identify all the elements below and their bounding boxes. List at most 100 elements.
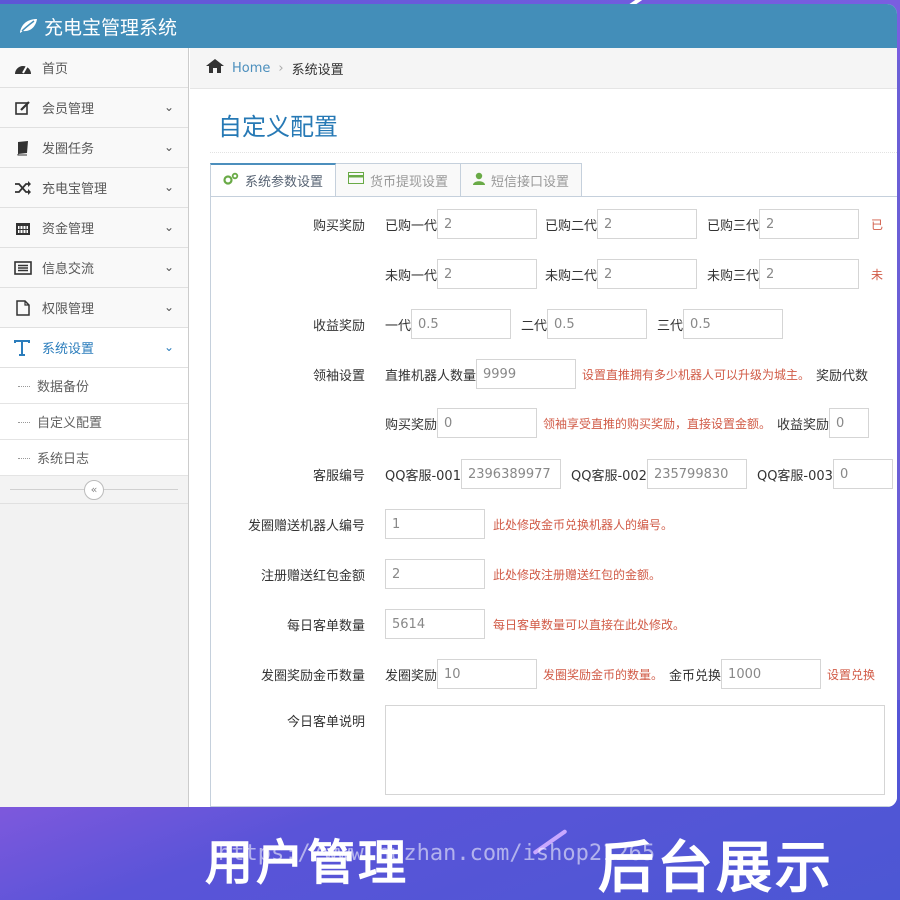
- collapse-sidebar-button[interactable]: «: [84, 479, 104, 500]
- field-label: 今日客单说明: [286, 715, 365, 730]
- tab-panel-system-params: 购买奖励 已购一代 2 已购二代 2 已购三代 2 已 未购一代 2 未购二代 …: [210, 196, 897, 807]
- field-label: 二代: [521, 318, 548, 334]
- form-row-leader-rewards: 购买奖励 0 领袖享受直推的购买奖励，直接设置金额。 收益奖励 0: [211, 408, 897, 438]
- sidebar-item-label: 系统设置: [42, 342, 95, 357]
- field-label: 未购二代: [545, 268, 598, 284]
- sidebar-item-label: 权限管理: [42, 302, 95, 317]
- notbought-gen1-input[interactable]: 2: [437, 259, 538, 289]
- notbought-gen3-input[interactable]: 2: [759, 259, 860, 289]
- sidebar-item-powerbank[interactable]: 充电宝管理 ⌄: [0, 168, 188, 208]
- help-text: 此处修改注册赠送红包的金额。: [493, 567, 662, 582]
- daily-orders-input[interactable]: 5614: [385, 609, 485, 639]
- list-icon: [12, 260, 34, 275]
- user-icon: [473, 172, 486, 189]
- form-row-service: 客服编号 QQ客服-001 2396389977 QQ客服-002 235799…: [211, 459, 897, 489]
- breadcrumb-current: 系统设置: [291, 62, 344, 78]
- coin-exchange-input[interactable]: 1000: [721, 659, 822, 689]
- breadcrumb-home-link[interactable]: Home: [232, 61, 270, 76]
- sidebar-subitem-system-log[interactable]: 系统日志: [0, 440, 188, 476]
- field-label: 客服编号: [312, 468, 365, 484]
- sidebar-item-members[interactable]: 会员管理 ⌄: [0, 88, 188, 128]
- field-label: 未购三代: [707, 268, 760, 284]
- tab-label: 系统参数设置: [245, 175, 324, 190]
- field-label: 每日客单数量: [286, 618, 365, 634]
- text-icon: [12, 339, 34, 356]
- help-text: 设置兑换: [827, 667, 876, 682]
- banner-watermark-url: https://www.huzhan.com/ishop21265: [218, 841, 656, 866]
- file-icon: [12, 299, 34, 316]
- field-label: 已购三代: [707, 218, 760, 234]
- field-label: 三代: [657, 318, 684, 334]
- help-text: 发圈奖励金币的数量。: [543, 667, 664, 682]
- tab-label: 货币提现设置: [370, 174, 449, 190]
- cogs-icon: [223, 172, 239, 190]
- tab-withdraw[interactable]: 货币提现设置: [336, 163, 462, 197]
- notbought-gen2-input[interactable]: 2: [597, 259, 698, 289]
- qq3-input[interactable]: 0: [832, 459, 893, 489]
- income-gen3-input[interactable]: 0.5: [683, 309, 784, 339]
- double-chevron-left-icon: «: [90, 483, 98, 496]
- sidebar-item-label: 资金管理: [42, 222, 95, 237]
- app-title: 充电宝管理系统: [44, 16, 178, 39]
- form-row-buy-reward-unbought: 未购一代 2 未购二代 2 未购三代 2 未: [211, 259, 897, 289]
- income-gen1-input[interactable]: 0.5: [411, 309, 512, 339]
- register-bonus-input[interactable]: 2: [385, 559, 485, 589]
- sidebar-item-home[interactable]: 首页: [0, 48, 188, 88]
- sidebar-item-permissions[interactable]: 权限管理 ⌄: [0, 288, 188, 328]
- tab-label: 短信接口设置: [491, 174, 570, 190]
- chevron-down-icon: ⌄: [163, 260, 174, 274]
- sidebar-item-settings[interactable]: 系统设置 ⌄: [0, 328, 188, 368]
- breadcrumb: Home › 系统设置: [190, 48, 897, 89]
- sidebar-subitem-backup[interactable]: 数据备份: [0, 368, 188, 404]
- coin-reward-input[interactable]: 10: [437, 659, 538, 689]
- qq1-input[interactable]: 2396389977: [460, 459, 561, 489]
- app-logo[interactable]: 充电宝管理系统: [18, 13, 177, 40]
- leader-income-reward-input[interactable]: 0: [829, 408, 870, 438]
- robot-count-input[interactable]: 9999: [476, 359, 577, 389]
- chevron-down-icon: ⌄: [163, 300, 174, 314]
- bought-gen3-input[interactable]: 2: [759, 209, 860, 239]
- income-gen2-input[interactable]: 0.5: [547, 309, 648, 339]
- bought-gen2-input[interactable]: 2: [597, 209, 698, 239]
- chevron-right-icon: ›: [278, 60, 284, 76]
- sidebar-subitem-label: 系统日志: [37, 452, 90, 467]
- help-text: 设置直推拥有多少机器人可以升级为城主。: [582, 367, 811, 382]
- field-label: 发圈奖励: [385, 668, 438, 684]
- gift-robot-input[interactable]: 1: [385, 509, 485, 539]
- top-navbar: 充电宝管理系统: [0, 4, 897, 48]
- field-label: QQ客服-001: [385, 468, 461, 484]
- field-label: 已购一代: [385, 218, 438, 234]
- field-label: 收益奖励: [777, 417, 830, 433]
- sidebar-item-funds[interactable]: 资金管理 ⌄: [0, 208, 188, 248]
- sidebar-item-tasks[interactable]: 发圈任务 ⌄: [0, 128, 188, 168]
- shuffle-icon: [12, 180, 34, 195]
- tab-bar: 系统参数设置 货币提现设置 短信接口设置: [210, 163, 583, 197]
- field-label: 已购二代: [545, 218, 598, 234]
- title-divider: [210, 152, 897, 153]
- leader-buy-reward-input[interactable]: 0: [437, 408, 538, 438]
- sidebar-item-label: 发圈任务: [42, 142, 95, 157]
- chevron-down-icon: ⌄: [163, 340, 174, 354]
- credit-card-icon: [348, 172, 365, 188]
- book-icon: [12, 140, 34, 156]
- banner-right-text: 后台展示: [598, 836, 834, 900]
- field-label: 未购一代: [385, 268, 438, 284]
- promo-banner: 用户管理 https://www.huzhan.com/ishop21265 后…: [0, 807, 900, 900]
- form-row-buy-reward: 购买奖励 已购一代 2 已购二代 2 已购三代 2 已: [211, 209, 897, 239]
- tab-sms[interactable]: 短信接口设置: [461, 163, 583, 197]
- field-label: QQ客服-003: [756, 468, 833, 484]
- truncated-label: 未: [871, 267, 884, 282]
- sidebar-subitem-label: 数据备份: [37, 380, 90, 395]
- field-label: 发圈奖励金币数量: [260, 668, 365, 684]
- app-window: 充电宝管理系统 首页 会员管理 ⌄ 发圈任务 ⌄ 充电宝管理 ⌄ 资金管理 ⌄: [0, 4, 897, 807]
- sidebar-collapse-bar: «: [0, 476, 188, 504]
- bought-gen1-input[interactable]: 2: [437, 209, 538, 239]
- help-text: 每日客单数量可以直接在此处修改。: [493, 617, 686, 632]
- tab-system-params[interactable]: 系统参数设置: [210, 163, 337, 197]
- sidebar-item-messages[interactable]: 信息交流 ⌄: [0, 248, 188, 288]
- sidebar-subitem-custom-config[interactable]: 自定义配置: [0, 404, 188, 440]
- today-note-textarea[interactable]: [385, 705, 885, 795]
- qq2-input[interactable]: 235799830: [646, 459, 747, 489]
- field-label: 购买奖励: [385, 417, 438, 433]
- field-label: QQ客服-002: [570, 468, 647, 484]
